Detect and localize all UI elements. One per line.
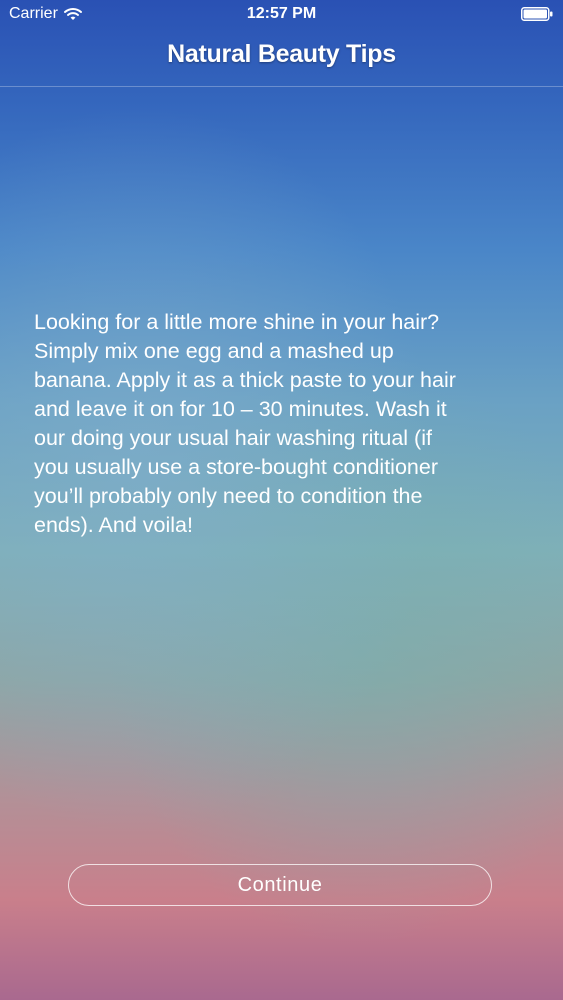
navigation-bar: Natural Beauty Tips (0, 28, 563, 87)
battery-icon (521, 7, 553, 21)
tip-text: Looking for a little more shine in your … (34, 310, 456, 537)
continue-button[interactable]: Continue (68, 864, 492, 906)
page-title: Natural Beauty Tips (167, 40, 396, 68)
status-time: 12:57 PM (246, 5, 317, 22)
status-bar: Carrier 12:57 PM (0, 0, 563, 28)
